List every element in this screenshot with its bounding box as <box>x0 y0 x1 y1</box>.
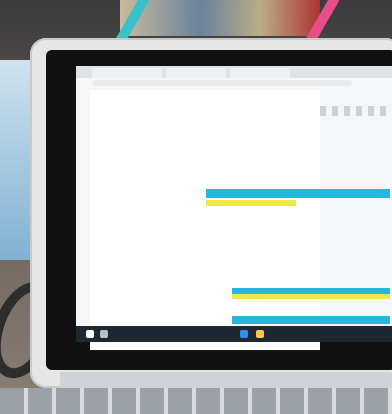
keyboard <box>0 388 392 414</box>
folder-icon[interactable] <box>256 330 264 338</box>
taskbar <box>76 326 392 342</box>
browser-tab[interactable] <box>230 68 290 78</box>
search-icon[interactable] <box>100 330 108 338</box>
table-header-row-3 <box>232 316 390 324</box>
browser-tab[interactable] <box>166 68 226 78</box>
table-header-row <box>206 189 390 198</box>
address-bar[interactable] <box>92 80 352 86</box>
window-icon[interactable] <box>86 330 94 338</box>
shelf-items <box>120 0 320 36</box>
laptop-hinge <box>60 372 392 388</box>
table-subheader-row <box>206 200 296 206</box>
table-subheader-row-2 <box>232 294 390 299</box>
document-page <box>90 90 320 350</box>
browser-tab[interactable] <box>92 68 162 78</box>
browser-icon[interactable] <box>240 330 248 338</box>
